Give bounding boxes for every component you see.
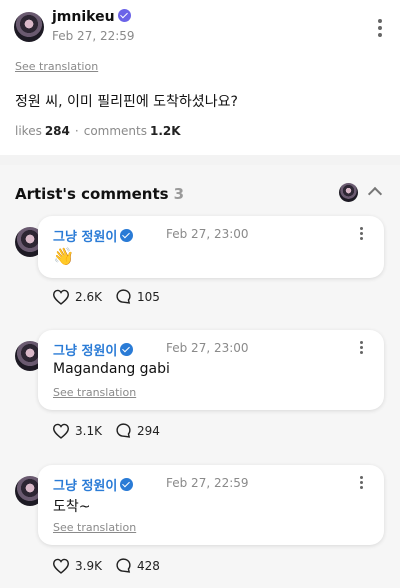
author-avatar[interactable] bbox=[14, 12, 44, 42]
chevron-up-icon[interactable] bbox=[367, 186, 383, 202]
post-date: Feb 27, 22:59 bbox=[52, 29, 135, 43]
comment-more-icon[interactable] bbox=[360, 476, 363, 489]
artist-comments-count: 3 bbox=[173, 185, 185, 203]
reply-count: 428 bbox=[136, 558, 160, 573]
comments-label: comments bbox=[83, 124, 147, 138]
verified-badge-icon bbox=[120, 478, 134, 491]
comment-author[interactable]: 그냥 정원이 bbox=[53, 340, 134, 359]
comment-item: 그냥 정원이 Feb 27, 22:59 도착~ See translation… bbox=[0, 465, 400, 588]
verified-badge-icon bbox=[120, 343, 134, 356]
comment-text: 👋 bbox=[53, 247, 75, 267]
artist-mini-avatar[interactable] bbox=[339, 183, 358, 202]
comment-see-translation-link[interactable]: See translation bbox=[53, 386, 136, 399]
reply-count: 105 bbox=[136, 289, 160, 304]
reply-count: 294 bbox=[136, 423, 160, 438]
like-count: 3.9K bbox=[75, 558, 102, 573]
comments-count[interactable]: 1.2K bbox=[150, 124, 181, 138]
post-see-translation-link[interactable]: See translation bbox=[15, 60, 98, 73]
heart-icon[interactable] bbox=[52, 558, 70, 574]
heart-icon[interactable] bbox=[52, 423, 70, 439]
reply-bubble-icon[interactable] bbox=[115, 288, 132, 305]
comment-date: Feb 27, 22:59 bbox=[166, 476, 249, 490]
comment-text: 도착~ bbox=[53, 499, 91, 515]
post-more-icon[interactable] bbox=[378, 19, 382, 37]
verified-badge-icon bbox=[120, 229, 134, 242]
post-author[interactable]: jmnikeu bbox=[52, 9, 131, 25]
comment-actions: 3.9K 428 bbox=[52, 557, 160, 574]
stats-separator: · bbox=[74, 124, 79, 138]
comment-date: Feb 27, 23:00 bbox=[166, 227, 249, 241]
post: jmnikeu Feb 27, 22:59 See translation 정원… bbox=[0, 0, 400, 155]
comment-see-translation-link[interactable]: See translation bbox=[53, 521, 136, 534]
reply-bubble-icon[interactable] bbox=[115, 557, 132, 574]
like-count: 2.6K bbox=[75, 289, 102, 304]
comment-item: 그냥 정원이 Feb 27, 23:00 Magandang gabi See … bbox=[0, 330, 400, 481]
comment-more-icon[interactable] bbox=[360, 227, 363, 240]
comment-author-name[interactable]: 그냥 정원이 bbox=[53, 344, 117, 359]
verified-badge-icon bbox=[117, 9, 131, 22]
post-author-name[interactable]: jmnikeu bbox=[52, 9, 115, 25]
comment-bubble: 그냥 정원이 Feb 27, 23:00 👋 bbox=[38, 216, 384, 278]
comment-author-name[interactable]: 그냥 정원이 bbox=[53, 230, 117, 245]
comment-text: Magandang gabi bbox=[53, 361, 170, 377]
comment-bubble: 그냥 정원이 Feb 27, 22:59 도착~ See translation bbox=[38, 465, 384, 545]
likes-label: likes bbox=[15, 124, 42, 138]
comment-author[interactable]: 그냥 정원이 bbox=[53, 475, 134, 494]
artist-comments-section: Artist's comments 3 그냥 정원이 Feb 27, 23:00 … bbox=[0, 165, 400, 588]
comment-author[interactable]: 그냥 정원이 bbox=[53, 226, 134, 245]
post-body: 정원 씨, 이미 필리핀에 도착하셨나요? bbox=[15, 94, 238, 110]
artist-comments-title: Artist's comments bbox=[15, 185, 169, 203]
comment-actions: 3.1K 294 bbox=[52, 422, 160, 439]
comment-more-icon[interactable] bbox=[360, 341, 363, 354]
artist-comments-header: Artist's comments 3 bbox=[15, 185, 184, 203]
comment-actions: 2.6K 105 bbox=[52, 288, 160, 305]
comment-date: Feb 27, 23:00 bbox=[166, 341, 249, 355]
comment-author-name[interactable]: 그냥 정원이 bbox=[53, 479, 117, 494]
comment-bubble: 그냥 정원이 Feb 27, 23:00 Magandang gabi See … bbox=[38, 330, 384, 410]
likes-count[interactable]: 284 bbox=[45, 124, 70, 138]
section-divider bbox=[0, 155, 400, 165]
heart-icon[interactable] bbox=[52, 289, 70, 305]
reply-bubble-icon[interactable] bbox=[115, 422, 132, 439]
like-count: 3.1K bbox=[75, 423, 102, 438]
post-stats: likes 284 · comments 1.2K bbox=[15, 124, 181, 138]
